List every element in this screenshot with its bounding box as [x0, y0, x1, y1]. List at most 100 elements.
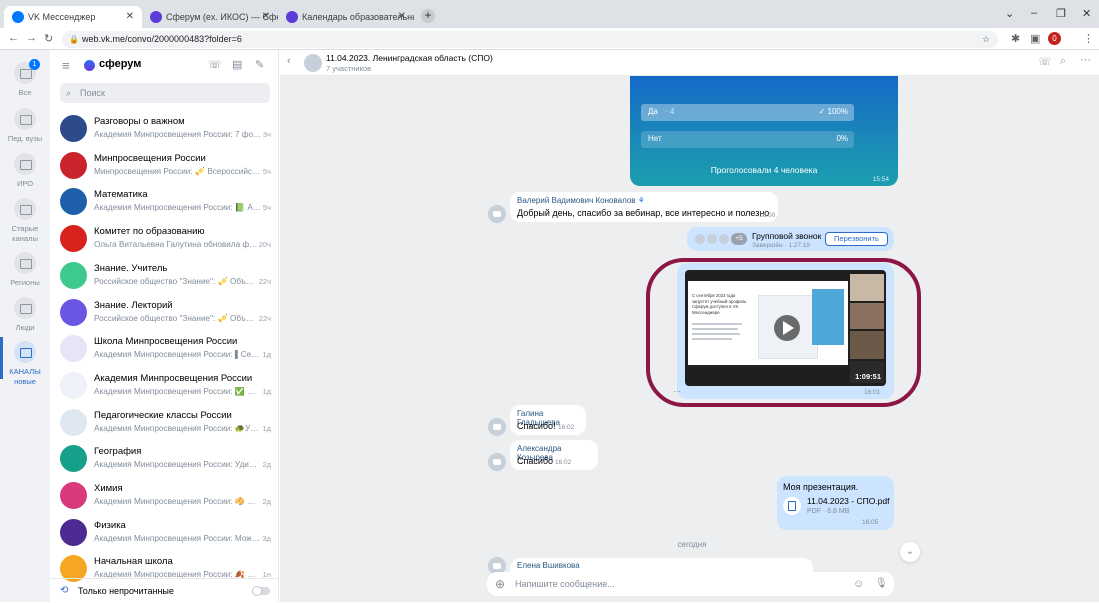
chat-list-item[interactable]: Знание. Учитель Российское общество "Знан… [50, 259, 279, 296]
folder-icon [14, 108, 36, 130]
call-icon[interactable]: ☏ [208, 58, 222, 71]
archive-icon[interactable]: ▤ [232, 58, 242, 71]
message-text: Спасибо [517, 456, 554, 466]
folder-channels-new[interactable]: КАНАЛЫ новые [0, 337, 50, 387]
unread-only-label: Только непрочитанные [78, 586, 174, 596]
chat-avatar[interactable] [304, 54, 322, 72]
folder-label: КАНАЛЫ новые [9, 367, 41, 386]
active-indicator [0, 337, 3, 379]
new-tab-button[interactable]: + [421, 9, 435, 23]
message-bubble: Галина Гладышева Спасибо! 16:02 [510, 405, 586, 435]
message-text: Моя презентация. [783, 482, 859, 492]
folder-regions[interactable]: Регионы [0, 252, 50, 288]
url-input[interactable]: 🔒 web.vk.me/convo/2000000483?folder=6 ☆ [62, 31, 998, 48]
folder-icon [14, 297, 36, 319]
tab-vk-messenger[interactable]: VK Мессенджер ✕ [4, 6, 142, 28]
poll-option-count: · 4 [665, 107, 675, 116]
chat-preview: Российское общество "Знание": 🎺 Объ… [94, 276, 255, 286]
chat-list-item[interactable]: Академия Минпросвещения России Академия М… [50, 369, 279, 406]
message-input[interactable]: ⊕ Напишите сообщение... ☺ 🎙 [487, 572, 894, 596]
hamburger-menu-icon[interactable]: ≡ [62, 58, 70, 73]
tab-search-icon[interactable]: ⌄ [1005, 7, 1014, 20]
sidebar-panel-icon[interactable]: ▣ [1030, 32, 1040, 45]
chat-list-item[interactable]: Химия Академия Минпросвещения России: 🥠 …… [50, 479, 279, 516]
folder-old-channels[interactable]: Старые каналы [0, 198, 50, 244]
message-sender[interactable]: Елена Вшивкова [517, 561, 580, 570]
chat-list-item[interactable]: Физика Академия Минпросвещения России: Мо… [50, 516, 279, 553]
chat-list-item[interactable]: Знание. Лекторий Российское общество "Зна… [50, 296, 279, 333]
scroll-down-button[interactable]: ⌄ [900, 542, 920, 562]
chat-title[interactable]: 11.04.2023. Ленинградская область (СПО) [326, 53, 493, 63]
poll-option-no[interactable]: Нет 0% [641, 131, 854, 148]
chat-list-item[interactable]: Педагогические классы России Академия Мин… [50, 406, 279, 443]
tab-title: VK Мессенджер [28, 12, 96, 22]
unread-only-toggle-row[interactable]: ⟲ Только непрочитанные [50, 578, 279, 602]
file-name[interactable]: 11.04.2023 - СПО.pdf [807, 496, 890, 506]
chat-members-count[interactable]: 7 участников [326, 64, 371, 73]
chat-name: Химия [94, 483, 123, 494]
back-chevron-icon[interactable]: ‹ [287, 55, 291, 67]
compose-icon[interactable]: ✎ [255, 58, 264, 71]
participant-avatar [695, 234, 705, 244]
chat-list-item[interactable]: Минпросвещения России Минпросвещения Росс… [50, 149, 279, 186]
chat-avatar [60, 188, 87, 216]
profile-avatar[interactable]: 0 [1048, 32, 1061, 45]
poll-option-yes[interactable]: Да · 4 ✓ 100% [641, 104, 854, 121]
extensions-icon[interactable]: ✱ [1011, 32, 1020, 45]
restore-icon[interactable]: ❐ [1056, 7, 1066, 20]
close-tab-icon[interactable]: ✕ [262, 6, 270, 28]
document-icon[interactable] [783, 497, 801, 515]
close-window-icon[interactable]: ✕ [1082, 7, 1091, 20]
chat-preview: Академия Минпросвещения России: Уди… [94, 460, 258, 470]
sender-avatar[interactable] [488, 418, 506, 436]
chat-name: Знание. Учитель [94, 262, 168, 274]
chat-list-item[interactable]: Комитет по образованию Ольга Витальевна Г… [50, 222, 279, 259]
folder-all[interactable]: 1 Все [0, 59, 50, 98]
browser-tab-bar: VK Мессенджер ✕ Сферум (ex. ИКОС) — Сфер… [0, 0, 1099, 28]
folder-ped-vuzy[interactable]: Пед. вузы [0, 108, 50, 144]
search-input[interactable]: ⌕ Поиск [60, 83, 270, 103]
message-bubble: Валерий Вадимович Коновалов ⚘ Добрый ден… [510, 192, 778, 222]
chat-avatar [60, 408, 87, 436]
chat-list-item[interactable]: Разговоры о важном Академия Минпросвещени… [50, 112, 279, 149]
chat-list-item[interactable]: Школа Минпросвещения России Академия Минп… [50, 332, 279, 369]
sender-avatar[interactable] [488, 453, 506, 471]
participant-avatar [719, 234, 729, 244]
close-tab-icon[interactable]: ✕ [398, 6, 406, 28]
chat-name: Академия Минпросвещения России [94, 372, 253, 384]
folder-people[interactable]: Люди [0, 297, 50, 333]
bookmark-star-icon[interactable]: ☆ [982, 31, 990, 48]
search-icon[interactable]: ⌕ [1060, 55, 1066, 68]
conversation-pane: ‹ 11.04.2023. Ленинградская область (СПО… [280, 50, 1099, 602]
microphone-icon[interactable]: 🎙 [875, 572, 888, 596]
folder-iro[interactable]: ИРО [0, 153, 50, 189]
tab-calendar[interactable]: Календарь образовательных м… ✕ [278, 6, 414, 28]
chat-header: ‹ 11.04.2023. Ленинградская область (СПО… [280, 50, 1099, 76]
chat-avatar [60, 482, 87, 509]
tab-sferum[interactable]: Сферум (ex. ИКОС) — Сферум ✕ [142, 6, 278, 28]
chat-name: Начальная школа [94, 556, 173, 568]
chat-name: Физика [94, 519, 126, 531]
browser-menu-icon[interactable]: ⋮ [1083, 32, 1094, 45]
unread-toggle[interactable] [252, 586, 270, 596]
folder-icon [14, 252, 36, 274]
chat-list-item[interactable]: География Академия Минпросвещения России:… [50, 442, 279, 479]
sferum-favicon-icon [286, 11, 298, 23]
forward-arrow-icon[interactable]: → [26, 32, 37, 44]
minimize-icon[interactable]: – [1031, 7, 1037, 19]
call-icon[interactable]: ☏ [1038, 55, 1052, 68]
sender-avatar[interactable] [488, 205, 506, 223]
back-arrow-icon[interactable]: ← [8, 32, 19, 44]
recall-button[interactable]: Перезвонить [825, 232, 888, 246]
attach-plus-icon[interactable]: ⊕ [495, 572, 505, 596]
chat-preview: Академия Минпросвещения России: 🥠 … [94, 497, 256, 506]
chat-list-item[interactable]: Математика Академия Минпросвещения России… [50, 185, 279, 222]
more-icon[interactable]: ⋯ [1080, 53, 1091, 66]
date-divider: сегодня [677, 540, 707, 549]
emoji-icon[interactable]: ☺ [853, 572, 864, 596]
message-sender[interactable]: Валерий Вадимович Коновалов ⚘ [517, 196, 645, 205]
reload-icon[interactable]: ↻ [44, 32, 53, 45]
chat-avatar [60, 261, 87, 289]
message-time: 16:02 [558, 424, 575, 431]
close-tab-icon[interactable]: ✕ [126, 6, 134, 28]
